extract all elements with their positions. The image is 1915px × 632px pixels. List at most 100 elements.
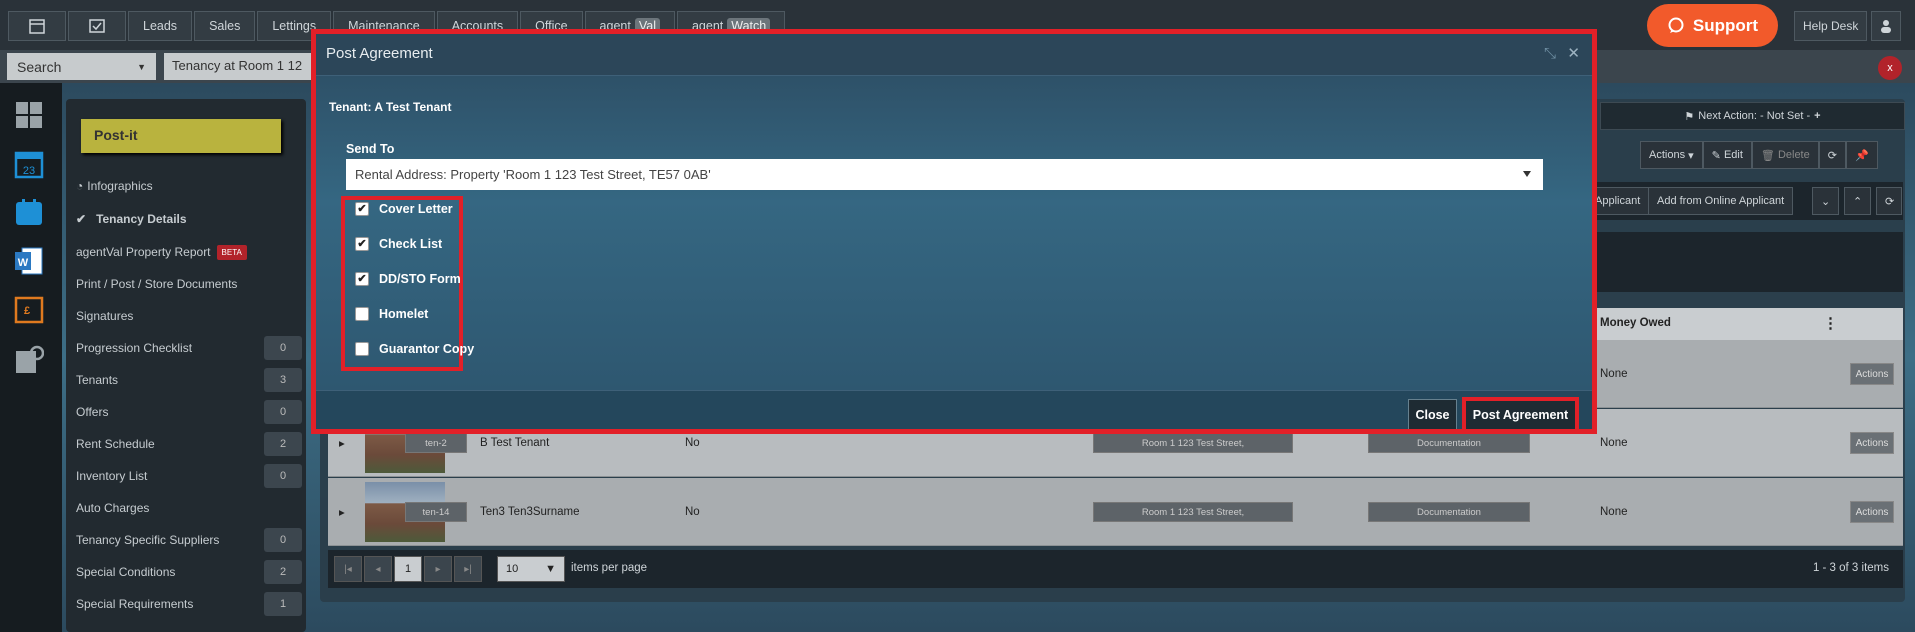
sidebar-item-special-conditions[interactable]: Special Conditions 2 — [76, 559, 302, 585]
dialog-header: Post Agreement ⤡ ✕ — [316, 34, 1592, 76]
count-badge: 2 — [264, 560, 302, 584]
count-badge: 1 — [264, 592, 302, 616]
checkbox-checked[interactable]: ✔ — [355, 202, 369, 216]
checkbox-checked[interactable]: ✔ — [355, 272, 369, 286]
chevron-down-button[interactable]: ⌄ — [1812, 187, 1840, 215]
expand-row-icon[interactable]: ▸ — [339, 478, 345, 546]
address-pill: Room 1 123 Test Street, — [1093, 433, 1293, 453]
tenant-name: Ten3 Ten3Surname — [480, 506, 580, 518]
tab-sales[interactable]: Sales — [194, 11, 256, 41]
accounts-icon[interactable]: £ — [14, 295, 44, 325]
support-button[interactable]: Support — [1647, 4, 1778, 47]
sidebar-item-progression-checklist[interactable]: Progression Checklist 0 — [76, 335, 302, 361]
checkbox-unchecked[interactable] — [355, 307, 369, 321]
refresh-list-button[interactable]: ⟳ — [1876, 187, 1902, 215]
tenant-ref: ten-14 — [405, 502, 467, 522]
search-dropdown[interactable]: Search ▼ — [7, 53, 156, 80]
status-pill: Documentation — [1368, 502, 1530, 522]
sidebar-item-special-requirements[interactable]: Special Requirements 1 — [76, 591, 302, 617]
check-list-option[interactable]: ✔ Check List — [355, 237, 442, 251]
count-badge: 3 — [264, 368, 302, 392]
sidebar-item-auto-charges[interactable]: Auto Charges — [76, 495, 302, 521]
word-icon[interactable]: W — [14, 246, 44, 276]
caret-down-icon — [1523, 171, 1531, 177]
dd-sto-form-option[interactable]: ✔ DD/STO Form — [355, 272, 461, 286]
sidebar-item-rent-schedule[interactable]: Rent Schedule 2 — [76, 431, 302, 457]
chevron-down-icon: ⌄ — [1821, 195, 1831, 208]
post-agreement-button[interactable]: Post Agreement — [1462, 397, 1579, 429]
row-actions-button[interactable]: Actions — [1850, 432, 1894, 454]
sidebar-item-inventory-list[interactable]: Inventory List 0 — [76, 463, 302, 489]
actions-dropdown[interactable]: Actions ▾ — [1640, 141, 1703, 169]
count-badge: 0 — [264, 528, 302, 552]
tenant-label: Tenant: A Test Tenant — [329, 100, 452, 114]
checkbox-checked[interactable]: ✔ — [355, 237, 369, 251]
money-owed-cell: None — [1600, 506, 1628, 518]
left-icon-bar: 23 W £ — [0, 83, 62, 632]
tab-leads[interactable]: Leads — [128, 11, 193, 41]
next-action-bar[interactable]: ⚑ Next Action: - Not Set - + — [1600, 102, 1905, 130]
minimize-icon[interactable]: ⤡ — [1544, 45, 1556, 62]
user-menu-button[interactable] — [1871, 11, 1901, 41]
svg-text:23: 23 — [23, 165, 35, 177]
sidebar-item-tenants[interactable]: Tenants 3 — [76, 367, 302, 393]
money-owed-header: Money Owed — [1600, 317, 1671, 329]
sidebar-item-print-post[interactable]: Print / Post / Store Documents — [76, 271, 302, 297]
svg-text:£: £ — [24, 305, 30, 317]
first-page-button[interactable]: |◂ — [334, 556, 362, 582]
page-number[interactable]: 1 — [394, 556, 422, 582]
calendar-button[interactable] — [8, 11, 66, 41]
column-menu-icon[interactable]: ⋮ — [1823, 314, 1838, 332]
count-badge: 0 — [264, 400, 302, 424]
sidebar-item-infographics[interactable]: ◔ Infographics — [76, 173, 302, 199]
sidebar-item-agentval-report[interactable]: agentVal Property Report BETA — [76, 239, 302, 265]
guarantor-copy-option[interactable]: Guarantor Copy — [355, 342, 474, 356]
check-badge-icon: ✔ — [76, 212, 87, 226]
row-actions-button[interactable]: Actions — [1850, 501, 1894, 523]
chevron-up-icon: ⌃ — [1853, 195, 1863, 208]
gauge-icon: ◔ — [76, 179, 84, 193]
dialog-body: Tenant: A Test Tenant Send To Rental Add… — [316, 76, 1592, 390]
add-online-applicant-button[interactable]: Add from Online Applicant — [1648, 187, 1794, 215]
pencil-icon: ✎ — [1711, 149, 1721, 162]
cover-letter-option[interactable]: ✔ Cover Letter — [355, 202, 453, 216]
sidebar-item-offers[interactable]: Offers 0 — [76, 399, 302, 425]
tasks-button[interactable] — [68, 11, 126, 41]
close-record-button[interactable]: x — [1878, 56, 1902, 80]
chevron-up-button[interactable]: ⌃ — [1844, 187, 1872, 215]
close-icon[interactable]: ✕ — [1567, 44, 1580, 62]
sidebar-item-signatures[interactable]: Signatures — [76, 303, 302, 329]
count-badge: 0 — [264, 336, 302, 360]
sidebar-item-tenancy-details[interactable]: ✔ Tenancy Details — [76, 206, 302, 232]
plus-icon: + — [1814, 110, 1821, 122]
last-page-button[interactable]: ▸| — [454, 556, 482, 582]
helpdesk-button[interactable]: Help Desk — [1794, 11, 1868, 41]
table-row[interactable]: ▸ ten-14 Ten3 Ten3Surname No Room 1 123 … — [328, 478, 1903, 546]
next-page-button[interactable]: ▸ — [424, 556, 452, 582]
beta-badge: BETA — [216, 244, 247, 260]
sidebar-item-tenancy-suppliers[interactable]: Tenancy Specific Suppliers 0 — [76, 527, 302, 553]
breadcrumb[interactable]: Tenancy at Room 1 12 — [164, 53, 314, 80]
prev-page-button[interactable]: ◂ — [364, 556, 392, 582]
per-page-select[interactable]: 10 ▼ — [497, 556, 565, 582]
pager-summary: 1 - 3 of 3 items — [1812, 562, 1889, 574]
address-pill: Room 1 123 Test Street, — [1093, 502, 1293, 522]
status-pill: Documentation — [1368, 433, 1530, 453]
pin-button[interactable]: 📌 — [1845, 141, 1878, 169]
postit-note[interactable]: Post-it — [81, 119, 281, 153]
record-toolbar: Actions ▾ ✎ Edit 🗑 Delete ⟳ 📌 — [1640, 141, 1905, 169]
delete-button[interactable]: 🗑 Delete — [1751, 141, 1819, 169]
record-sidebar: Post-it ◔ Infographics ✔ Tenancy Details a… — [66, 99, 306, 632]
calculator-settings-icon[interactable] — [14, 345, 44, 375]
close-button[interactable]: Close — [1408, 399, 1457, 429]
row-actions-button[interactable]: Actions — [1850, 363, 1894, 385]
appointments-icon[interactable] — [14, 197, 44, 227]
checkbox-unchecked[interactable] — [355, 342, 369, 356]
homelet-option[interactable]: Homelet — [355, 307, 428, 321]
refresh-button[interactable]: ⟳ — [1818, 141, 1846, 169]
dashboard-icon[interactable] — [14, 100, 44, 130]
caret-down-icon: ▼ — [137, 61, 146, 72]
calendar-app-icon[interactable]: 23 — [14, 149, 44, 179]
edit-button[interactable]: ✎ Edit — [1702, 141, 1752, 169]
send-to-select[interactable]: Rental Address: Property 'Room 1 123 Tes… — [346, 159, 1543, 190]
